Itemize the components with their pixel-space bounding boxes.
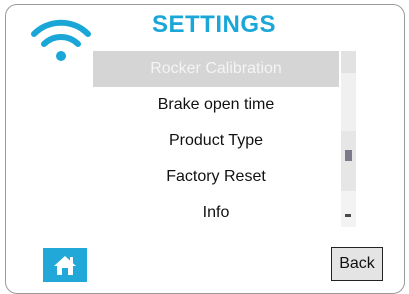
settings-menu: Rocker Calibration Brake open time Produ… (93, 51, 339, 231)
page-title: SETTINGS (151, 11, 276, 38)
scrollbar-thumb[interactable] (345, 150, 352, 161)
home-button[interactable] (43, 248, 87, 282)
scrollbar-end-marker (345, 214, 351, 217)
back-button[interactable]: Back (331, 247, 383, 281)
wifi-icon (31, 19, 91, 61)
menu-scrollbar[interactable] (341, 51, 356, 227)
menu-item-rocker-calibration[interactable]: Rocker Calibration (93, 51, 339, 87)
menu-item-brake-open-time[interactable]: Brake open time (93, 87, 339, 123)
home-icon (54, 256, 76, 275)
menu-item-factory-reset[interactable]: Factory Reset (93, 159, 339, 195)
menu-item-product-type[interactable]: Product Type (93, 123, 339, 159)
menu-item-info[interactable]: Info (93, 195, 339, 231)
